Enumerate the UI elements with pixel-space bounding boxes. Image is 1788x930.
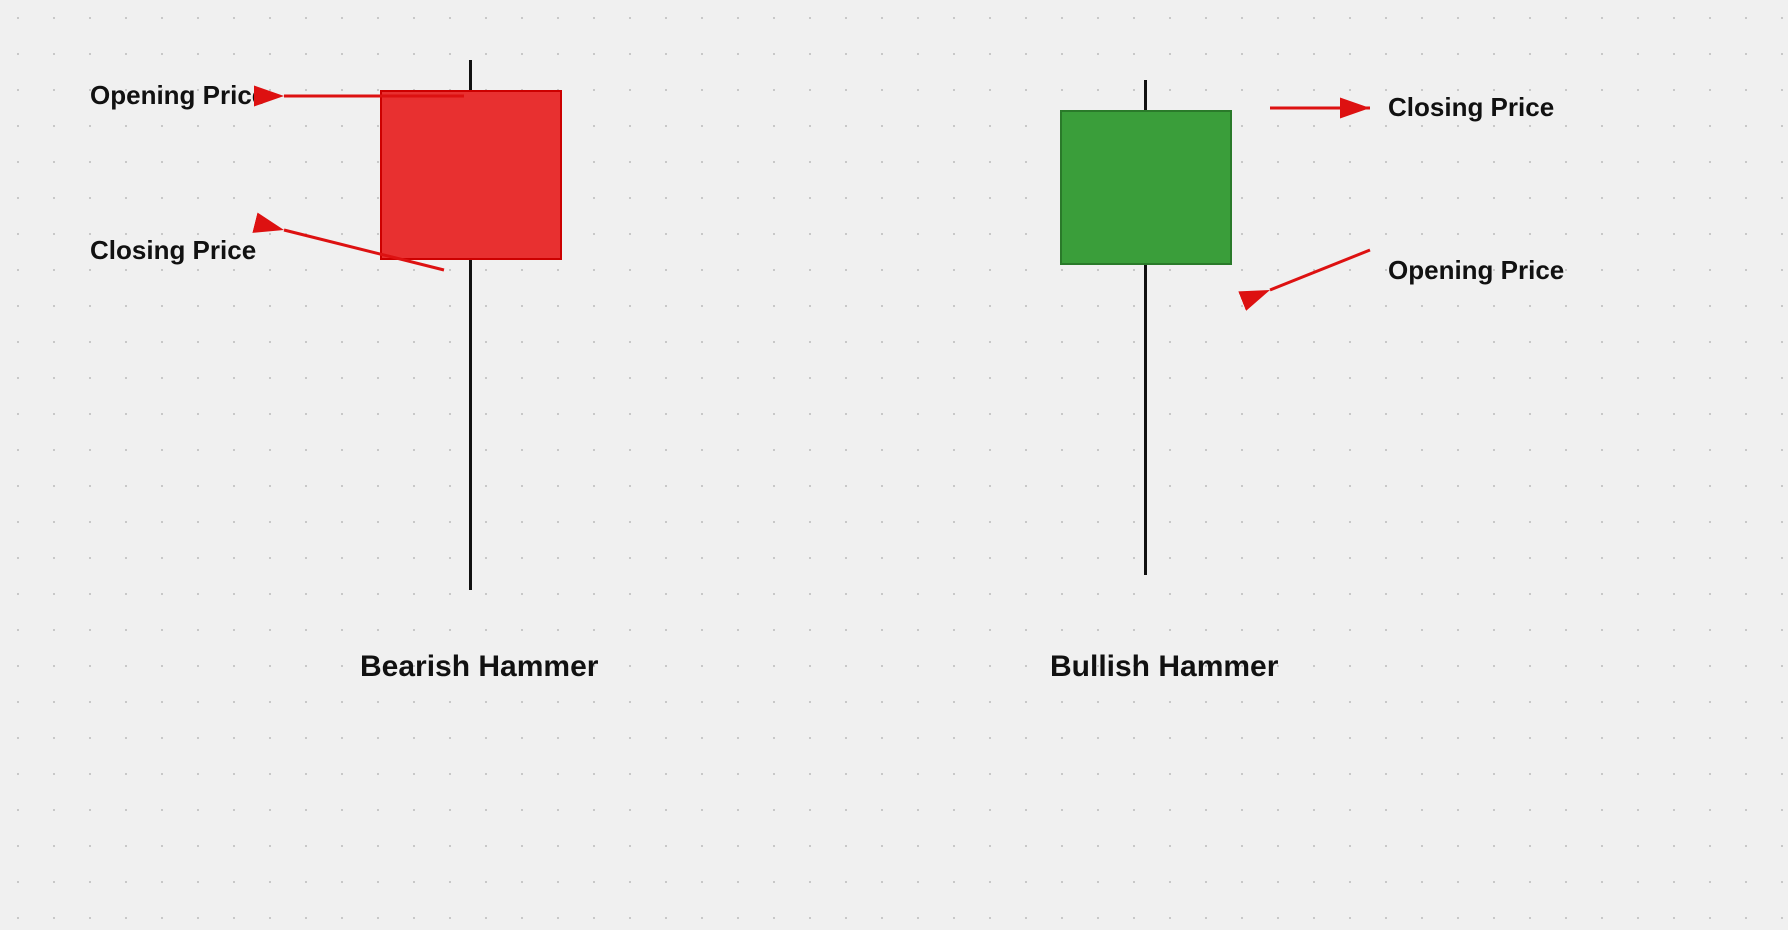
diagram-container: Opening Price Closing Price xyxy=(0,0,1788,930)
bearish-closing-arrow xyxy=(264,220,464,280)
bullish-opening-arrow xyxy=(1260,240,1380,300)
bearish-lower-wick xyxy=(469,260,472,590)
bearish-closing-price-text: Closing Price xyxy=(90,235,256,266)
bullish-title-text: Bullish Hammer xyxy=(1050,650,1278,683)
bearish-opening-arrow xyxy=(274,81,474,111)
bearish-title: Bearish Hammer xyxy=(360,650,580,684)
bullish-closing-arrow xyxy=(1260,93,1380,123)
bearish-opening-price-text: Opening Price xyxy=(90,80,266,111)
bullish-body xyxy=(1060,110,1232,265)
bearish-title-text: Bearish Hammer xyxy=(360,650,598,683)
bearish-closing-label: Closing Price xyxy=(90,220,464,280)
bullish-opening-label: Opening Price xyxy=(1260,240,1564,300)
bullish-title: Bullish Hammer xyxy=(1050,650,1240,684)
bearish-opening-label: Opening Price xyxy=(90,80,474,111)
bullish-lower-wick xyxy=(1144,265,1147,575)
bullish-closing-label: Closing Price xyxy=(1260,92,1554,123)
bullish-closing-price-text: Closing Price xyxy=(1388,92,1554,123)
bullish-opening-price-text: Opening Price xyxy=(1388,255,1564,286)
